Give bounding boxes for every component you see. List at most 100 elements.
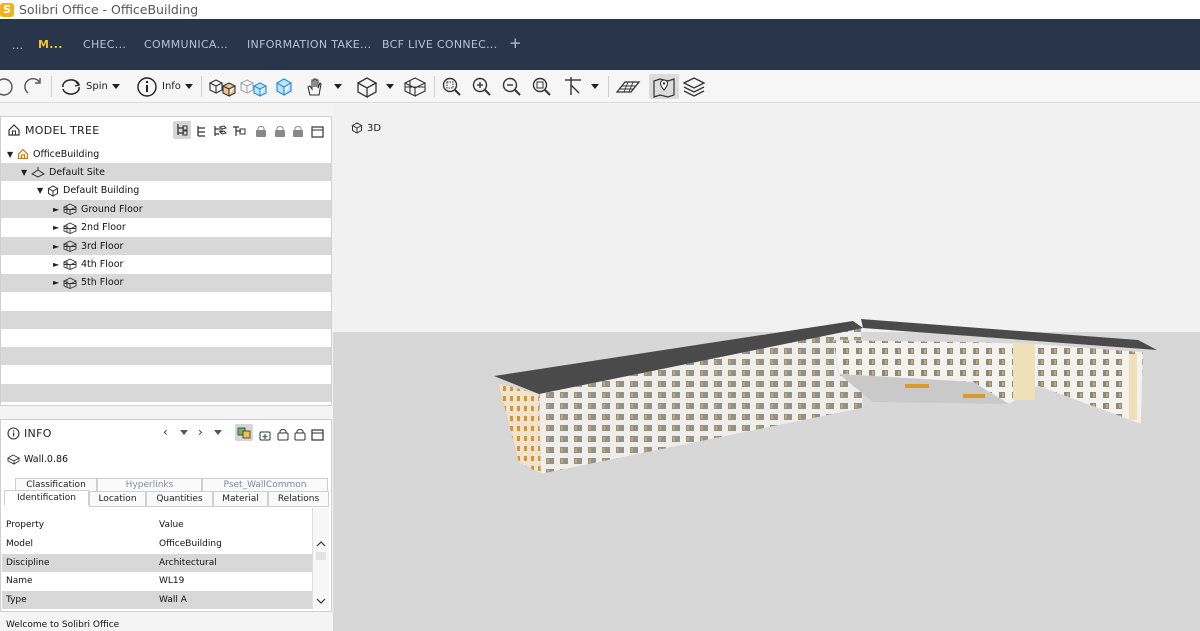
tree-item-5th-floor[interactable]: ► 5th Floor	[1, 273, 331, 292]
redo-icon	[24, 77, 41, 94]
tab-pset-wallcommon[interactable]: Pset_WallCommon	[202, 478, 328, 491]
tree-item-4th-floor[interactable]: ► 4th Floor	[1, 255, 331, 273]
property-row[interactable]: Name WL19	[2, 572, 312, 590]
3d-view-title: 3D	[367, 122, 382, 134]
floor-icon	[63, 277, 77, 289]
floor-icon	[63, 222, 77, 234]
expand-caret-icon[interactable]: ▼	[21, 168, 31, 177]
tree-components-button[interactable]	[212, 123, 228, 142]
right-wing-end-facade	[1037, 343, 1144, 425]
tab-communication[interactable]: COMMUNICA...	[144, 38, 228, 51]
section-plane-icon	[615, 80, 641, 93]
tree-item-label: 5th Floor	[81, 277, 124, 289]
tab-checking[interactable]: CHEC...	[83, 38, 126, 51]
floor-plan-button[interactable]	[402, 74, 428, 99]
zoom-out-button[interactable]	[500, 74, 524, 99]
tree-item-default-site[interactable]: ▼ Default Site	[1, 163, 331, 182]
section-plane-button[interactable]	[614, 74, 642, 99]
isolate-components-button[interactable]	[238, 74, 268, 99]
tab-relations[interactable]: Relations	[268, 491, 329, 507]
layers-button[interactable]	[681, 74, 707, 99]
floor-box-icon	[403, 76, 427, 97]
tree-empty-row	[1, 329, 331, 347]
collapse-caret-icon[interactable]: ►	[53, 205, 63, 214]
panel-maximize-button[interactable]	[311, 123, 324, 142]
scrollbar-arrows	[316, 541, 326, 604]
add-tab-button[interactable]: +	[509, 34, 522, 52]
panel-save-button[interactable]	[255, 123, 267, 142]
show-components-button[interactable]	[207, 74, 237, 99]
tab-quantities[interactable]: Quantities	[146, 491, 213, 507]
info-label: Info	[162, 81, 181, 92]
floor-icon	[63, 203, 77, 216]
tree-hierarchy-button[interactable]	[173, 121, 191, 139]
tree-item-2nd-floor[interactable]: ► 2nd Floor	[1, 219, 331, 237]
expand-caret-icon[interactable]: ▼	[37, 186, 47, 195]
info-maximize-button[interactable]	[311, 426, 324, 445]
collapse-caret-icon[interactable]: ►	[53, 260, 63, 269]
stair-core	[1013, 344, 1035, 400]
spin-mode-button[interactable]: Spin	[60, 74, 120, 99]
zoom-selected-button[interactable]	[530, 74, 554, 99]
measure-button[interactable]	[561, 74, 599, 99]
spaces-tree-icon	[233, 126, 246, 136]
redo-button[interactable]	[22, 74, 46, 99]
collapse-caret-icon[interactable]: ►	[53, 242, 63, 251]
info-mode-button[interactable]: Info	[136, 74, 193, 99]
property-name: Model	[6, 539, 34, 549]
undo-button[interactable]	[0, 74, 16, 99]
view-cube-button[interactable]	[354, 74, 394, 99]
show-selected-button[interactable]	[272, 74, 296, 99]
tab-bcf-live-connector[interactable]: BCF LIVE CONNEC...	[382, 38, 498, 51]
chevron-down-icon[interactable]	[180, 430, 188, 435]
title-bar: S Solibri Office - OfficeBuilding	[0, 0, 1200, 19]
back-arrow-icon[interactable]: ‹	[163, 425, 168, 439]
window-title: Solibri Office - OfficeBuilding	[19, 2, 199, 17]
collapse-caret-icon[interactable]: ►	[53, 223, 63, 232]
info-settings-button[interactable]	[235, 424, 253, 441]
tab-information-takeoff[interactable]: INFORMATION TAKE...	[247, 38, 371, 51]
floor-icon	[63, 240, 77, 252]
info-save-button[interactable]	[277, 426, 289, 445]
tree-item-label: 2nd Floor	[81, 222, 126, 234]
chevron-down-icon[interactable]	[214, 430, 222, 435]
tree-spaces-button[interactable]	[231, 123, 247, 142]
tree-item-default-building[interactable]: ▼ Default Building	[1, 182, 331, 200]
info-export-button[interactable]	[294, 426, 306, 445]
collapse-caret-icon[interactable]: ►	[53, 278, 63, 287]
info-title: INFO	[24, 426, 52, 440]
undo-icon	[0, 77, 13, 96]
3d-view[interactable]: 3D	[333, 104, 1200, 631]
tab-hyperlinks[interactable]: Hyperlinks	[97, 478, 202, 491]
info-add-button[interactable]	[259, 426, 271, 445]
property-row[interactable]: Type Wall A	[2, 590, 312, 609]
tree-item-ground-floor[interactable]: ► Ground Floor	[1, 200, 331, 219]
tab-identification[interactable]: Identification	[4, 490, 89, 506]
tree-item-3rd-floor[interactable]: ► 3rd Floor	[1, 237, 331, 255]
panel-print-button[interactable]	[292, 123, 304, 142]
info-icon	[7, 426, 20, 440]
zoom-fit-button[interactable]	[440, 74, 464, 99]
hide-selected-button[interactable]	[302, 74, 342, 99]
property-name: Name	[6, 576, 33, 586]
location-map-button[interactable]	[649, 74, 679, 99]
property-row[interactable]: Discipline Architectural	[2, 553, 312, 572]
property-row[interactable]: Model OfficeBuilding	[2, 535, 312, 553]
chevron-down-icon	[184, 84, 193, 89]
tree-item-officebuilding[interactable]: ▼ OfficeBuilding	[1, 145, 331, 163]
tab-material[interactable]: Material	[213, 491, 268, 507]
cube-blue-icon	[275, 77, 293, 96]
tree-floors-button[interactable]	[195, 123, 209, 142]
forward-arrow-icon[interactable]: ›	[198, 425, 203, 439]
tab-model[interactable]: M...	[38, 38, 63, 51]
courtyard-stair	[963, 394, 985, 398]
zoom-in-button[interactable]	[470, 74, 494, 99]
panel-export-button[interactable]	[274, 123, 286, 142]
tab-location[interactable]: Location	[89, 491, 146, 507]
hand-pick-icon	[307, 77, 322, 96]
building-model[interactable]	[333, 104, 1200, 631]
expand-caret-icon[interactable]: ▼	[7, 150, 17, 159]
tab-more[interactable]: ...	[12, 39, 23, 52]
layout-tab-bar: ... M... CHEC... COMMUNICA... INFORMATIO…	[0, 19, 1200, 70]
property-scrollbar[interactable]	[312, 508, 329, 609]
